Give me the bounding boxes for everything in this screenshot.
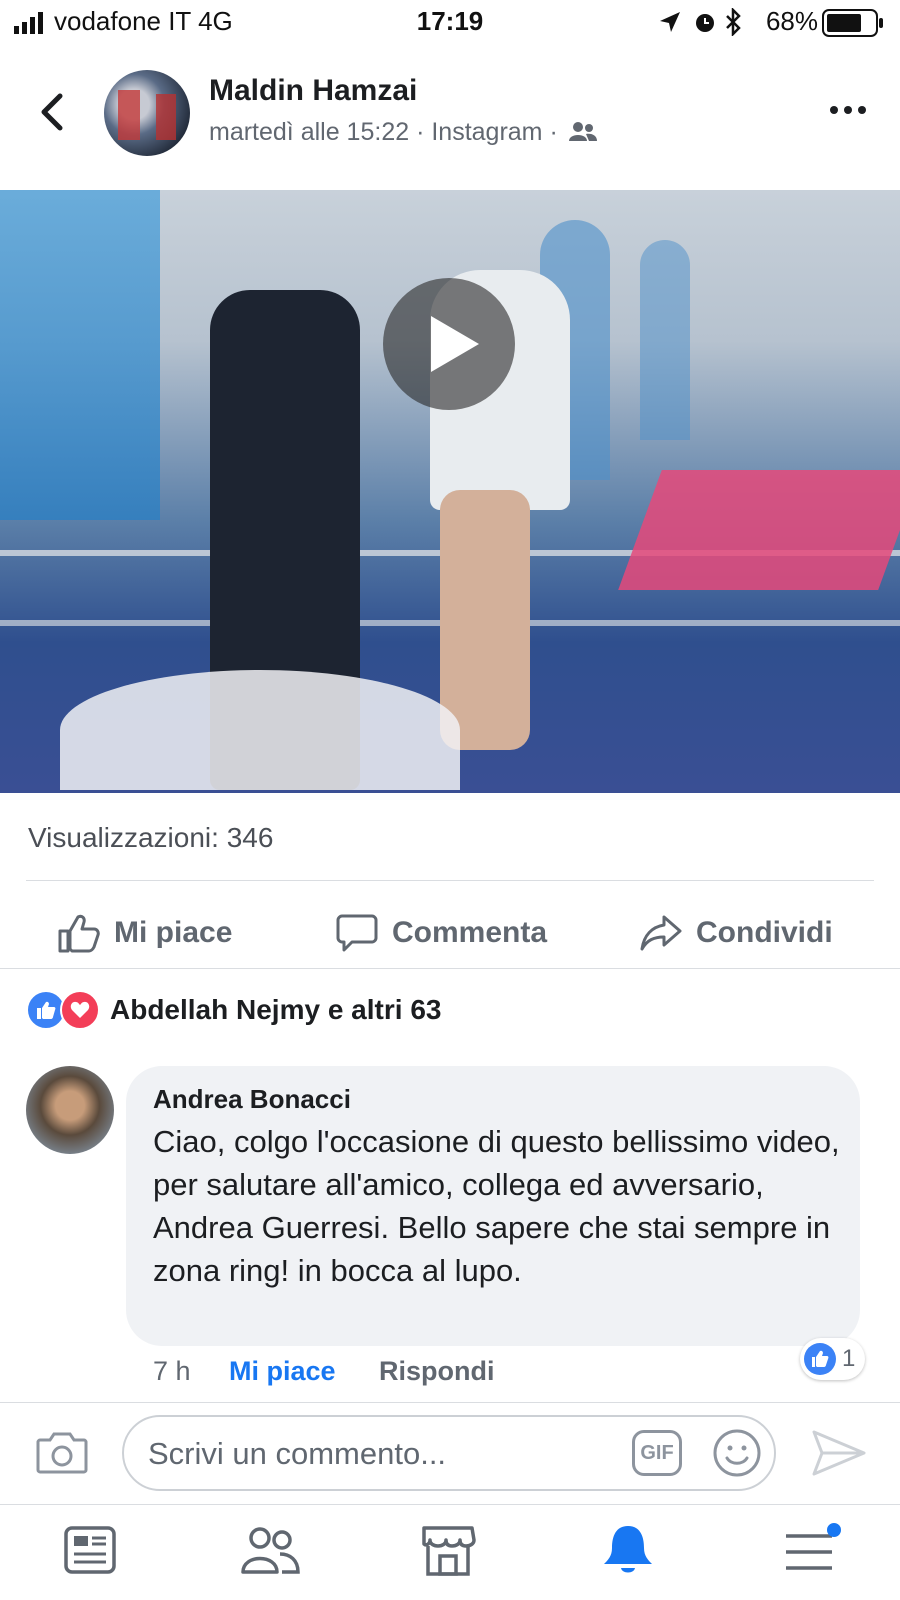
- camera-icon[interactable]: [36, 1428, 88, 1474]
- play-icon: [431, 316, 479, 372]
- comment-label: Commenta: [392, 916, 548, 949]
- play-button[interactable]: [383, 278, 515, 410]
- like-label: Mi piace: [114, 916, 233, 949]
- divider: [0, 968, 900, 969]
- back-icon[interactable]: [36, 92, 66, 132]
- battery-percent: 68%: [765, 6, 818, 36]
- news-feed-icon[interactable]: [60, 1522, 120, 1578]
- friends-audience-icon: [568, 122, 597, 141]
- post-author[interactable]: Maldin Hamzai: [209, 74, 417, 108]
- gif-button[interactable]: GIF: [632, 1430, 682, 1476]
- view-count: Visualizzazioni: 346: [28, 822, 274, 853]
- status-bar: vodafone IT 4G 17:19 68%: [0, 0, 900, 44]
- like-button[interactable]: Mi piace: [58, 903, 232, 963]
- comment-reply-button[interactable]: Rispondi: [379, 1356, 495, 1387]
- menu-icon[interactable]: [782, 1522, 842, 1578]
- comment-reaction-count: 1: [842, 1345, 856, 1372]
- reactions-text: Abdellah Nejmy e altri 63: [110, 994, 442, 1025]
- share-button[interactable]: Condividi: [640, 903, 833, 963]
- alarm-icon: [696, 14, 714, 32]
- emoji-icon[interactable]: [712, 1428, 762, 1478]
- like-icon: [58, 914, 100, 953]
- send-icon[interactable]: [812, 1428, 866, 1478]
- comment-input-placeholder: Scrivi un commento...: [148, 1436, 447, 1471]
- comment-button[interactable]: Commenta: [336, 903, 547, 963]
- comment-icon: [336, 914, 378, 952]
- divider: [0, 1504, 900, 1505]
- divider: [0, 1402, 900, 1403]
- comment-author[interactable]: Andrea Bonacci: [153, 1084, 351, 1115]
- location-icon: [660, 12, 680, 32]
- reactions-summary[interactable]: Abdellah Nejmy e altri 63: [26, 990, 441, 1030]
- commenter-avatar[interactable]: [26, 1066, 114, 1154]
- comment-reaction-badge[interactable]: 1: [800, 1338, 866, 1380]
- post-meta: martedì alle 15:22 · Instagram ·: [209, 118, 597, 147]
- like-reaction-icon: [804, 1343, 836, 1375]
- post-meta-text: martedì alle 15:22 · Instagram ·: [209, 118, 558, 146]
- comment-text: Ciao, colgo l'occasione di questo bellis…: [153, 1124, 840, 1288]
- notifications-icon[interactable]: [598, 1522, 658, 1578]
- author-avatar[interactable]: [104, 70, 190, 156]
- marketplace-icon[interactable]: [418, 1522, 478, 1578]
- love-reaction-icon: [60, 990, 100, 1030]
- more-options-icon[interactable]: [828, 104, 868, 116]
- share-icon: [640, 915, 682, 951]
- comment-time: 7 h: [153, 1356, 191, 1386]
- share-label: Condividi: [696, 916, 833, 949]
- battery-icon: [822, 9, 883, 37]
- friends-icon[interactable]: [240, 1522, 300, 1578]
- comment-like-button[interactable]: Mi piace: [229, 1356, 336, 1387]
- divider: [26, 880, 874, 881]
- bluetooth-icon: [726, 8, 741, 36]
